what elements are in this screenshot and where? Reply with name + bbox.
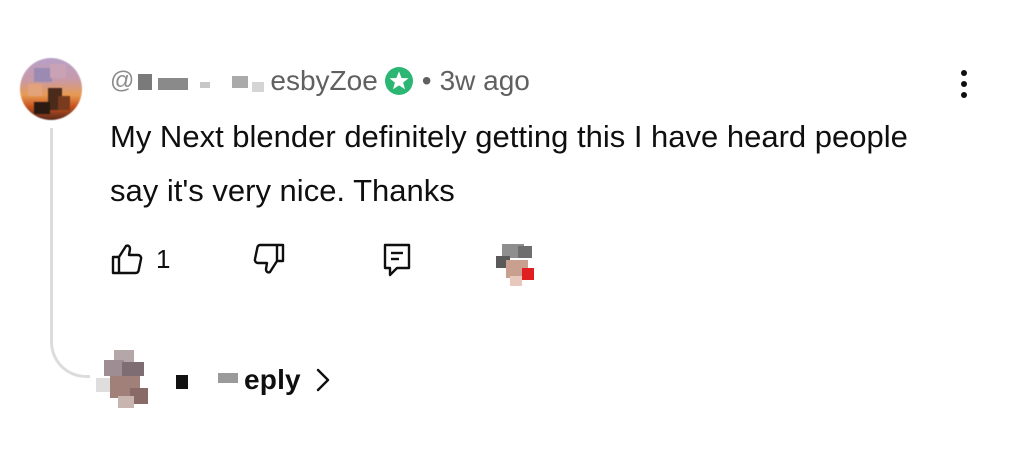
commenter-avatar[interactable]: [20, 58, 82, 120]
reply-button[interactable]: [382, 242, 412, 278]
comment-header: @ esbyZoe • 3w ago: [110, 62, 530, 100]
thumbs-up-icon: [111, 244, 143, 275]
reply-author-redaction: [174, 367, 238, 393]
comment-icon: [383, 243, 411, 277]
author-handle[interactable]: esbyZoe: [270, 65, 377, 97]
author-handle-redaction: [136, 68, 268, 94]
replies-label: eply: [244, 364, 301, 395]
view-replies-button[interactable]: eply: [96, 350, 331, 410]
creator-heart-avatar: [496, 240, 544, 288]
comment-timestamp[interactable]: 3w ago: [440, 65, 530, 97]
star-badge-icon: [384, 67, 413, 95]
timestamp-separator: •: [421, 65, 432, 96]
thumbs-down-icon: [253, 243, 285, 274]
reply-avatar: [96, 350, 160, 410]
chevron-right-icon: [316, 368, 330, 392]
author-handle-prefix[interactable]: @: [110, 67, 134, 95]
thread-connector-line: [50, 128, 90, 378]
dislike-button[interactable]: [252, 242, 286, 276]
comment-text: My Next blender definitely getting this …: [110, 119, 908, 208]
like-button[interactable]: 1: [110, 242, 170, 276]
like-count: 1: [156, 243, 171, 274]
more-vertical-icon[interactable]: [956, 70, 972, 106]
